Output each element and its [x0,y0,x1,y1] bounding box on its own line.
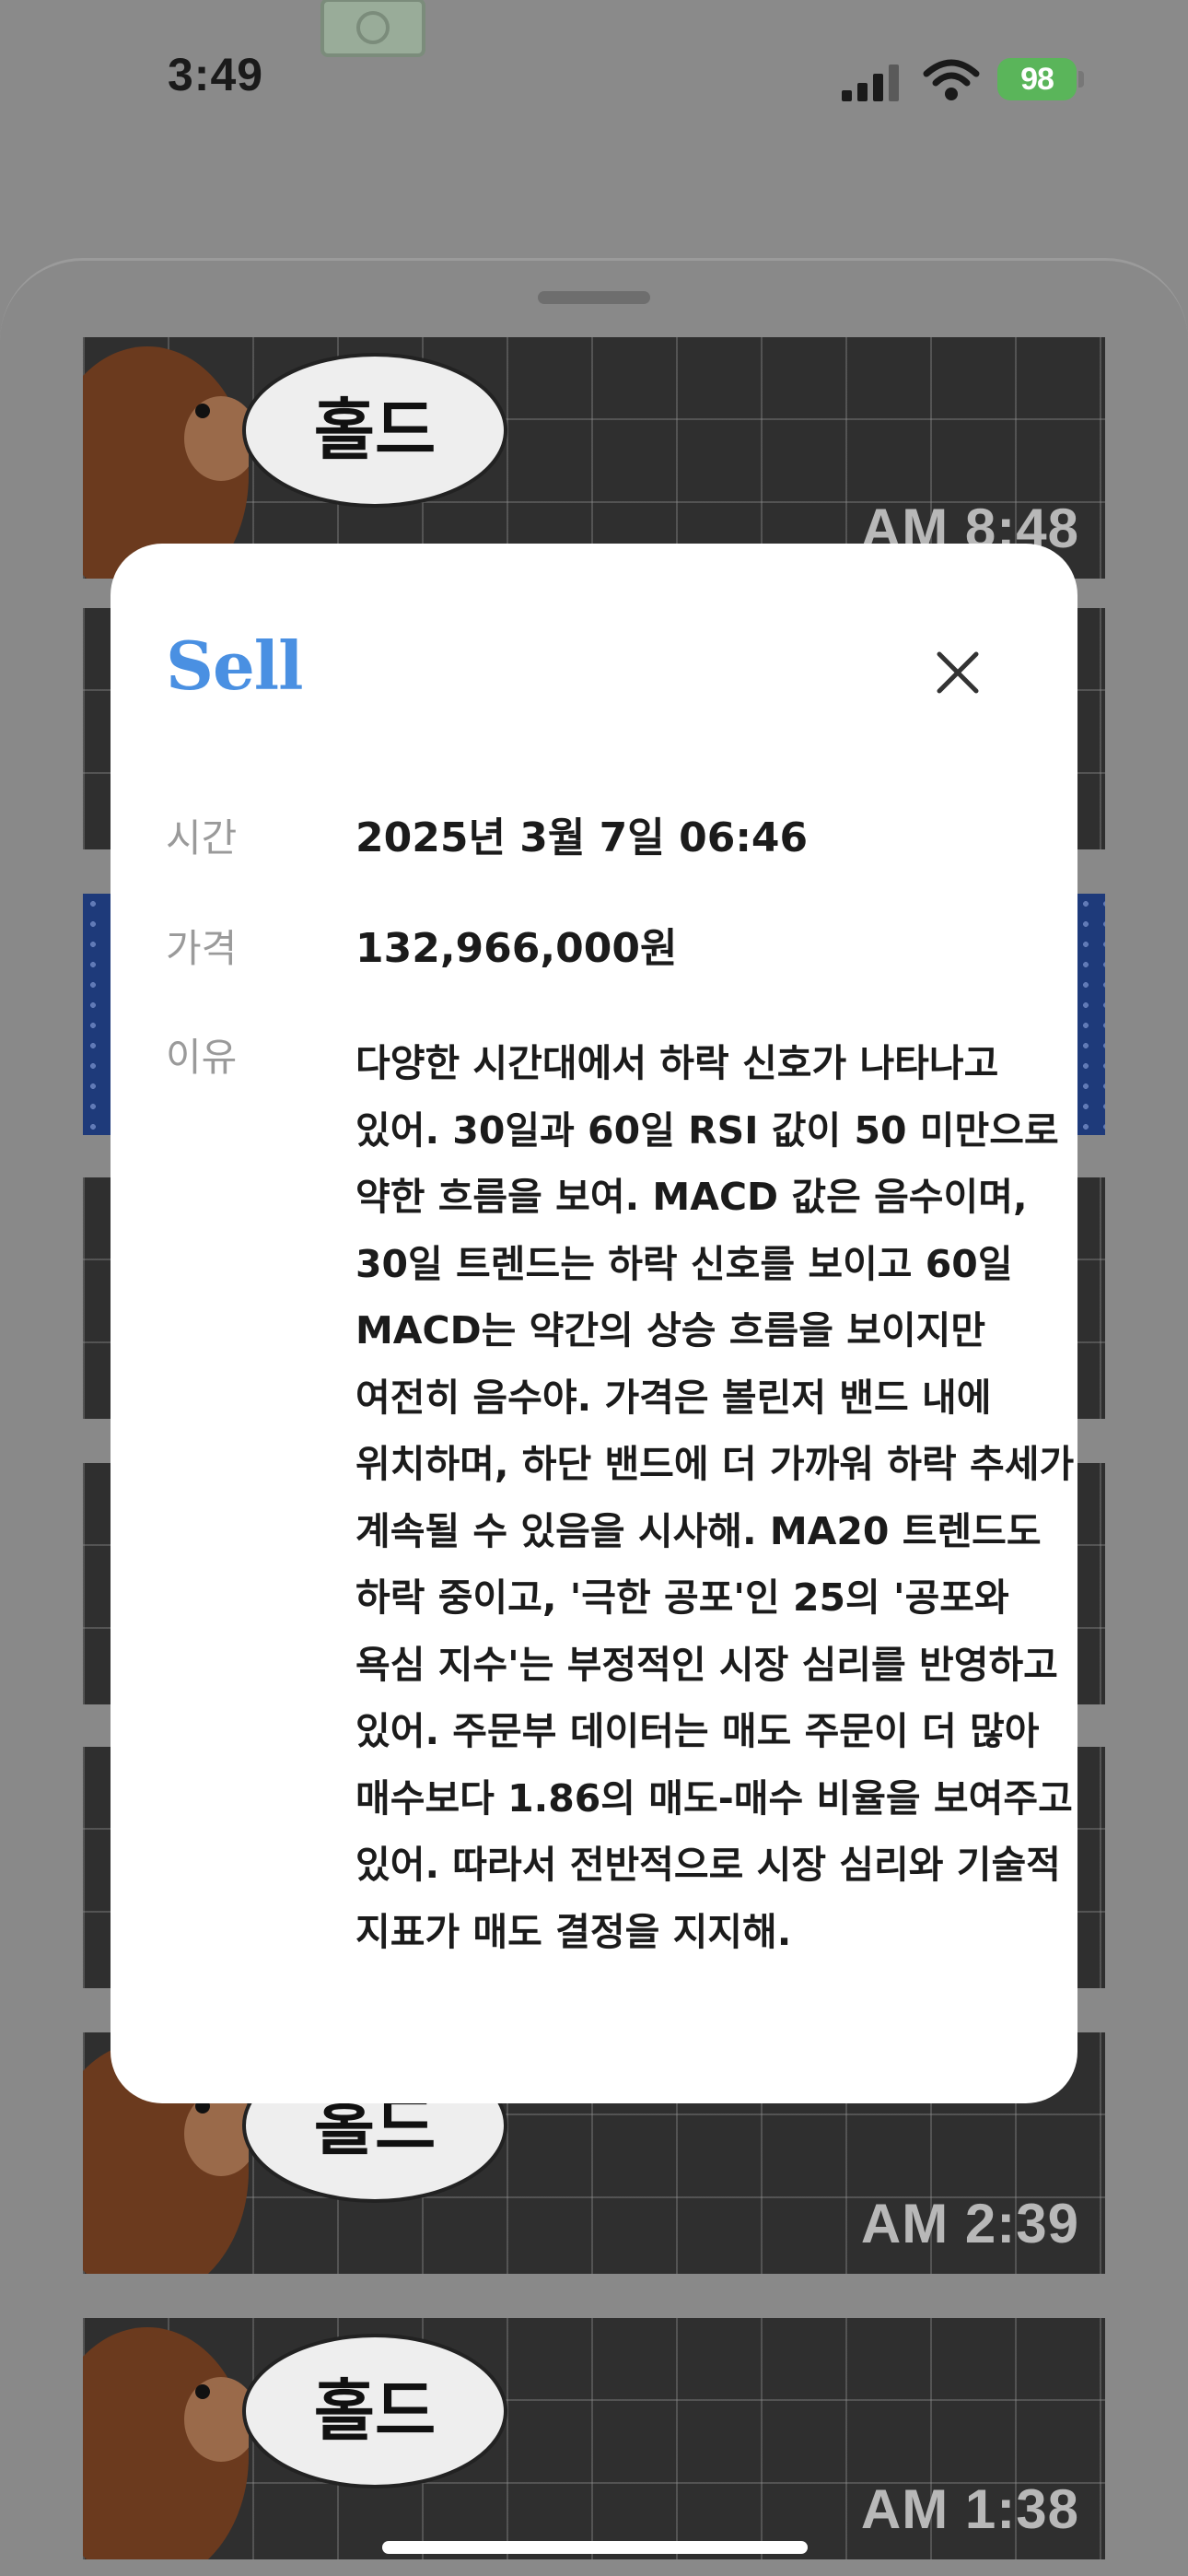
home-indicator[interactable] [382,2541,808,2554]
screen: 3:49 98 홀드 AM 8:48 홀드 AM 2:39 홀드 AM 1:38… [0,0,1188,2576]
modal-title: Sell [166,626,304,705]
price-value: 132,966,000원 [355,925,678,972]
trade-detail-modal: Sell 시간 2025년 3월 7일 06:46 가격 132,966,000… [111,544,1077,2103]
reason-label: 이유 [166,1035,238,1080]
time-label: 시간 [166,815,238,861]
close-icon[interactable] [921,636,995,709]
reason-text: 다양한 시간대에서 하락 신호가 나타나고 있어. 30일과 60일 RSI 값… [355,1041,1075,1954]
price-label: 가격 [166,926,238,971]
time-value: 2025년 3월 7일 06:46 [355,814,809,861]
